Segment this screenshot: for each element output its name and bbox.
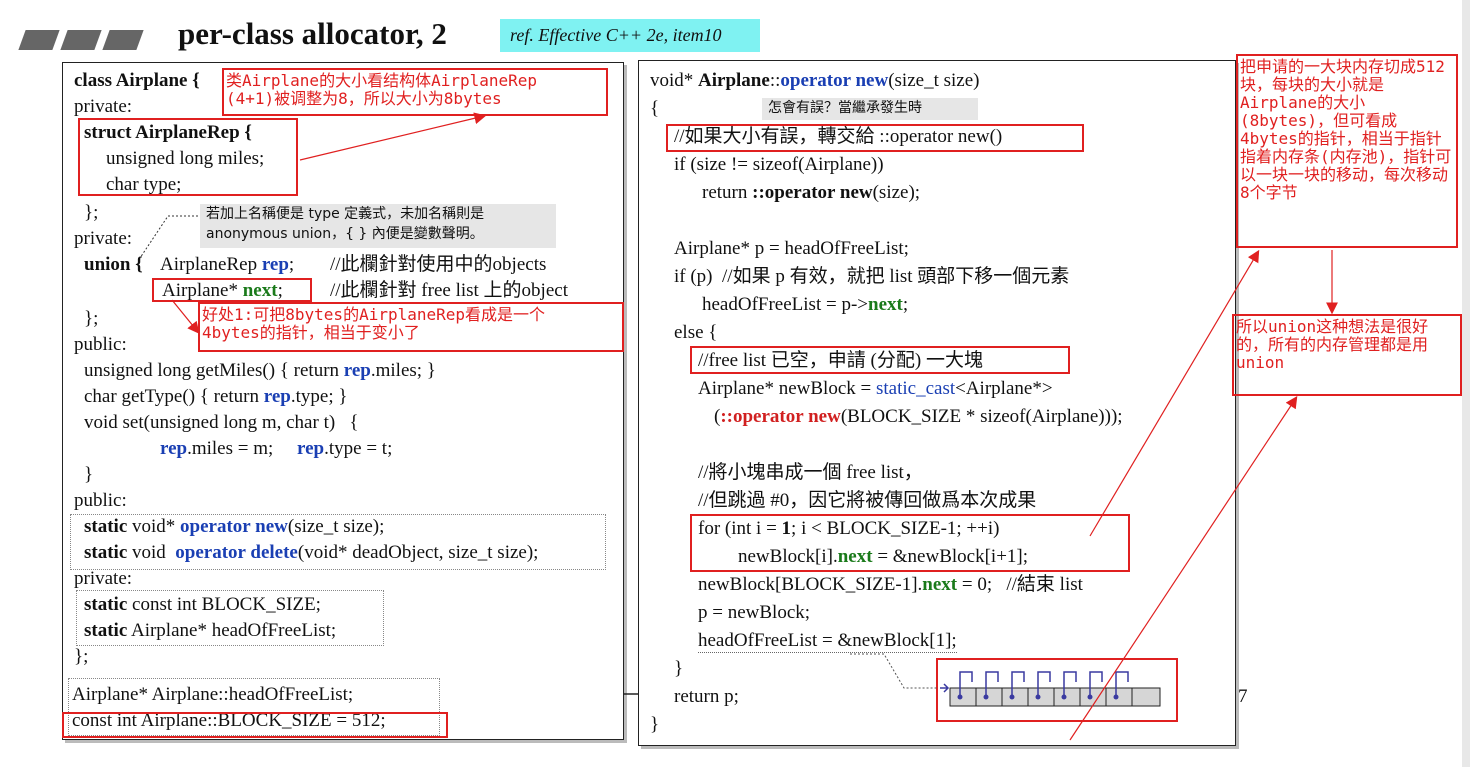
vertical-scrollbar[interactable]: [1462, 0, 1470, 767]
annotation-connectors: [139, 112, 1338, 741]
